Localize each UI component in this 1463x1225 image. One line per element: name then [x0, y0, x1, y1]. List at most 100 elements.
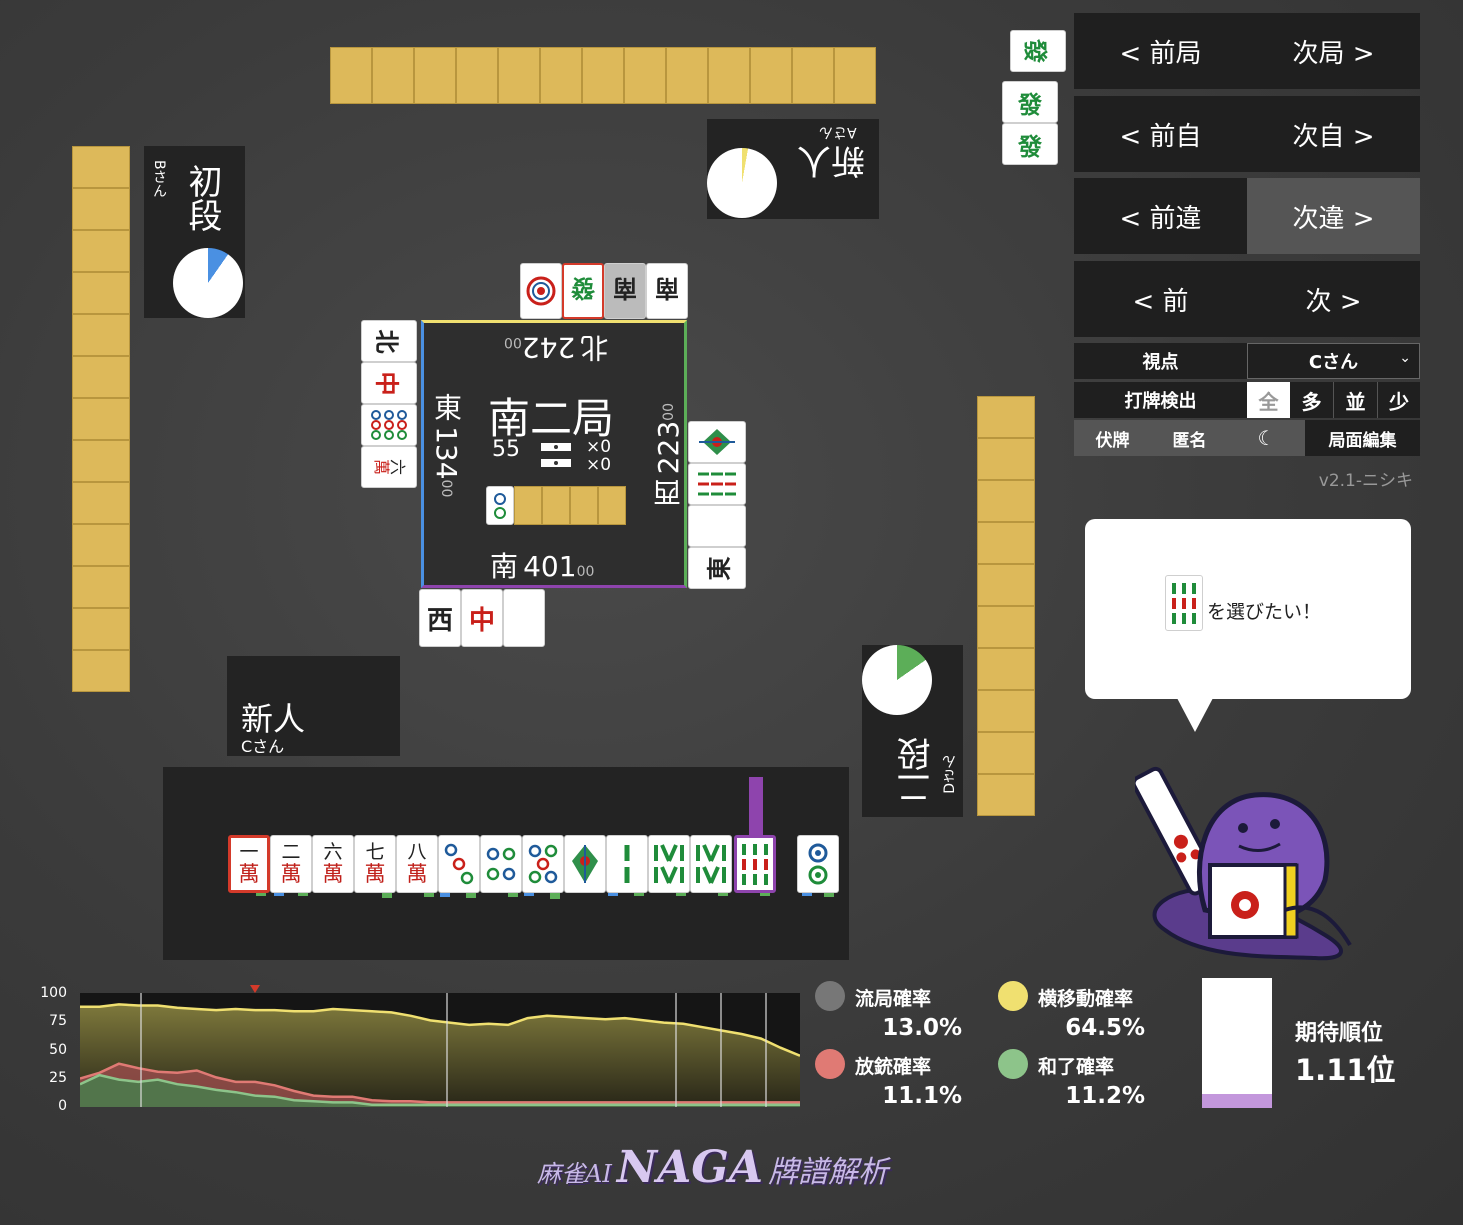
- hand-tile-suit: 萬: [364, 862, 386, 886]
- prev-round-button[interactable]: < 前局: [1074, 13, 1247, 89]
- hand-tile-sou-1[interactable]: [564, 835, 606, 893]
- dead-wall-tile: [570, 486, 598, 525]
- wind-south: 南: [490, 550, 519, 583]
- sou-8-icon: [654, 844, 684, 884]
- back-tile: [498, 47, 540, 104]
- probability-chart: [80, 985, 800, 1107]
- hand-tile-sou-9-selected[interactable]: [734, 835, 776, 893]
- hide-tiles-toggle[interactable]: 伏牌: [1074, 420, 1151, 456]
- hand-tile-man-7[interactable]: 七萬: [354, 835, 396, 893]
- discard-man-6: 六萬: [361, 446, 417, 488]
- detect-option-many[interactable]: 多: [1290, 382, 1334, 418]
- player-left-name: Bさん: [151, 160, 167, 198]
- sou-9-icon: [698, 470, 736, 498]
- move-value: 64.5%: [1065, 1015, 1145, 1041]
- move-dot: [998, 981, 1028, 1011]
- hand-tile-pin-5[interactable]: [522, 835, 564, 893]
- detect-option-all[interactable]: 全: [1247, 382, 1290, 418]
- eval-mark: [466, 893, 476, 898]
- hand-tile-number: 一: [239, 841, 259, 863]
- center-info: 北 24200 東 13400 西 22300 南二局 55 ×0 ×0 南 4…: [421, 320, 687, 588]
- back-tile: [330, 47, 372, 104]
- riichi-counter-1: ×0: [586, 437, 612, 457]
- viewpoint-value: Cさん: [1308, 352, 1359, 373]
- prev-self-button[interactable]: < 前自: [1074, 96, 1247, 172]
- pin-2-icon: [494, 492, 506, 519]
- hand-tile-number: 二: [281, 841, 301, 863]
- back-tile: [540, 47, 582, 104]
- back-tile: [977, 732, 1035, 774]
- viewpoint-select[interactable]: Cさん ⌄: [1247, 343, 1420, 379]
- edit-position-button[interactable]: 局面編集: [1305, 420, 1420, 456]
- player-right-box: 二段 Dさん: [862, 645, 963, 817]
- hand-tile-man-8[interactable]: 八萬: [396, 835, 438, 893]
- discard-west: 西: [419, 589, 461, 647]
- back-tile: [977, 522, 1035, 564]
- eval-mark: [256, 893, 266, 896]
- pin-4-icon: [486, 847, 516, 881]
- dead-wall-tile: [542, 486, 570, 525]
- hand-tile-man-6[interactable]: 六萬: [312, 835, 354, 893]
- speech-text: を選びたい！: [1207, 601, 1322, 623]
- score-south-value: 401: [523, 550, 577, 583]
- back-tile: [72, 314, 130, 356]
- hand-tile-man-1[interactable]: 一萬: [228, 835, 270, 893]
- hand-tile-pin-3[interactable]: [438, 835, 480, 893]
- hand-tile-pin-2-drawn[interactable]: [797, 835, 839, 893]
- pin-3-icon: [444, 843, 474, 885]
- dead-wall-tile: [598, 486, 626, 525]
- score-north: 北 24200: [504, 329, 608, 369]
- eval-mark: [524, 893, 534, 896]
- peacock-icon: [699, 429, 735, 455]
- hand-tile-pin-4[interactable]: [480, 835, 522, 893]
- next-button[interactable]: 次 >: [1247, 261, 1420, 337]
- player-top-box: 新人 Aさん: [707, 119, 879, 219]
- detect-option-normal[interactable]: 並: [1334, 382, 1378, 418]
- pin-5-icon: [528, 844, 558, 884]
- next-diff-button[interactable]: 次違 >: [1247, 178, 1420, 254]
- back-tile: [72, 398, 130, 440]
- next-round-button[interactable]: 次局 >: [1247, 13, 1420, 89]
- win-rate-pie: [707, 148, 777, 218]
- logo-pre: 麻雀AI: [537, 1160, 612, 1188]
- player-bottom-box: 新人 Cさん: [227, 656, 400, 756]
- next-self-button[interactable]: 次自 >: [1247, 96, 1420, 172]
- back-tile: [72, 608, 130, 650]
- ai-choice-bar: [749, 777, 763, 837]
- sou-9-icon: [742, 844, 768, 885]
- player-left-rank: 初段: [182, 164, 222, 232]
- prev-diff-button[interactable]: < 前違: [1074, 178, 1247, 254]
- draw-dot: [815, 981, 845, 1011]
- score-south: 南 40100: [490, 545, 594, 585]
- back-tile: [72, 356, 130, 398]
- score-west-value: 223: [652, 420, 685, 475]
- top-opponent-hand: [330, 47, 876, 104]
- hand-tile-sou-2[interactable]: [606, 835, 648, 893]
- back-tile: [708, 47, 750, 104]
- eval-mark: [824, 893, 834, 897]
- discard-east: 東: [688, 547, 746, 589]
- anonymous-toggle[interactable]: 匿名: [1151, 420, 1228, 456]
- eval-mark: [382, 893, 392, 898]
- speech-bubble: を選びたい！: [1085, 519, 1411, 699]
- wind-west: 西: [652, 479, 685, 508]
- hand-tile-man-2[interactable]: 二萬: [270, 835, 312, 893]
- naga-logo: 麻雀AI NAGA 牌譜解析: [537, 1142, 888, 1193]
- back-tile: [582, 47, 624, 104]
- detect-option-few[interactable]: 少: [1378, 382, 1420, 418]
- current-position-marker: [250, 985, 260, 993]
- hand-tile-suit: 萬: [322, 862, 344, 886]
- deal-label: 放銃確率: [855, 1056, 932, 1078]
- prev-button[interactable]: < 前: [1074, 261, 1247, 337]
- back-tile: [977, 606, 1035, 648]
- discard-sou-1: [688, 421, 746, 463]
- moon-icon[interactable]: ☾: [1228, 420, 1305, 456]
- hand-tile-sou-8[interactable]: [690, 835, 732, 893]
- hand-tile-sou-8[interactable]: [648, 835, 690, 893]
- hand-tile-number: 六: [323, 841, 343, 863]
- back-tile: [72, 188, 130, 230]
- left-opponent-hand: [72, 146, 130, 692]
- score-east: 東 13400: [426, 393, 466, 497]
- discard-white: [688, 505, 746, 547]
- meld-tile-hatsu: 發: [1002, 81, 1058, 123]
